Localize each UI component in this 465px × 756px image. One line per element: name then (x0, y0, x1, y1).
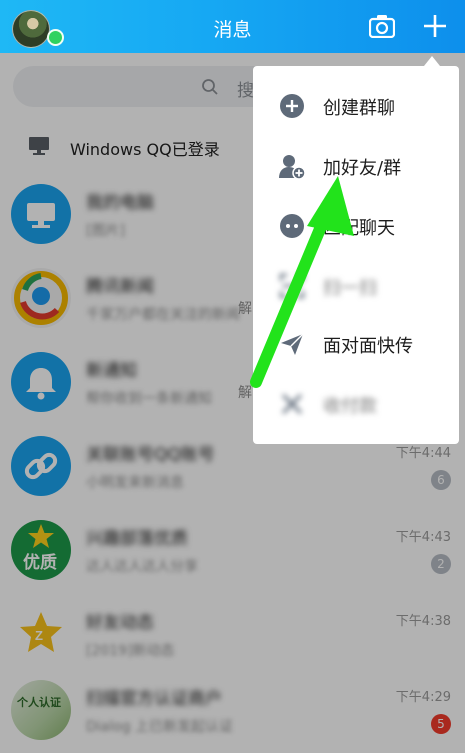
menu-item-face-to-face[interactable]: 面对面快传 (253, 314, 459, 374)
scan-icon (279, 273, 305, 299)
camera-icon[interactable] (369, 14, 395, 38)
menu-item-create-group[interactable]: 创建群聊 (253, 76, 459, 136)
plus-popup-menu: 创建群聊 加好友/群 匹配聊天 扫一扫 面对面快传 收付款 (253, 66, 459, 444)
payment-icon (281, 393, 303, 415)
menu-item-add-friend[interactable]: 加好友/群 (253, 136, 459, 196)
menu-caret (424, 56, 440, 66)
menu-label: 匹配聊天 (323, 218, 395, 239)
menu-label: 创建群聊 (323, 98, 395, 119)
plus-icon[interactable] (421, 12, 449, 40)
menu-label: 扫一扫 (323, 278, 377, 299)
menu-label: 面对面快传 (323, 336, 413, 357)
add-friend-icon (279, 155, 305, 179)
top-bar: 消息 (0, 0, 465, 53)
menu-item-match-chat[interactable]: 匹配聊天 (253, 196, 459, 256)
menu-label: 收付款 (323, 396, 377, 417)
page-title: 消息 (213, 19, 252, 41)
menu-label: 加好友/群 (323, 158, 402, 179)
menu-item-scan[interactable]: 扫一扫 (253, 256, 459, 316)
send-icon (281, 333, 304, 355)
match-chat-icon (280, 214, 304, 238)
menu-item-payment[interactable]: 收付款 (253, 374, 459, 434)
add-group-icon (280, 94, 304, 118)
